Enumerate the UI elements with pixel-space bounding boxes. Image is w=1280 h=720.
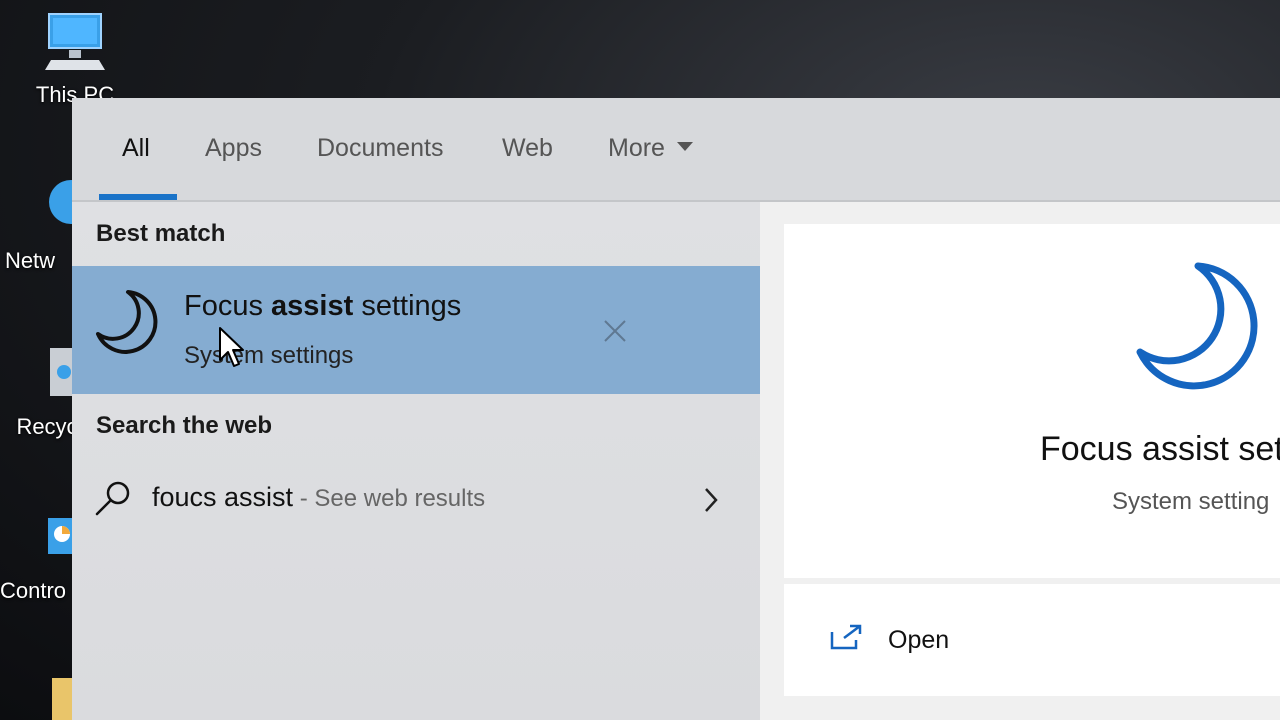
web-search-result[interactable]: foucs assist - See web results (72, 470, 760, 532)
computer-icon (45, 13, 105, 70)
tab-apps[interactable]: Apps (205, 134, 262, 163)
results-list: Best match Focus assist settings System … (72, 202, 760, 720)
tab-documents[interactable]: Documents (317, 134, 443, 163)
search-panel: All Apps Documents Web More Best match F… (72, 98, 1280, 720)
best-match-title-suffix: settings (353, 290, 462, 322)
tab-more[interactable]: More (608, 134, 693, 163)
preview-title: Focus assist set (1040, 430, 1280, 468)
close-icon[interactable] (602, 318, 628, 344)
open-label: Open (888, 626, 950, 654)
best-match-title-prefix: Focus (184, 290, 272, 322)
web-search-query: foucs assist - See web results (152, 482, 485, 513)
web-query-text: foucs assist (152, 482, 294, 512)
search-icon (95, 481, 130, 516)
open-window-icon (830, 624, 862, 650)
folder-icon (52, 678, 72, 720)
control-panel-icon (48, 518, 74, 554)
active-tab-indicator (99, 194, 177, 200)
preview-card: Focus assist set System setting (784, 224, 1280, 578)
best-match-title: Focus assist settings (184, 290, 461, 323)
tab-more-label: More (608, 134, 665, 162)
best-match-heading: Best match (96, 220, 226, 247)
best-match-result[interactable]: Focus assist settings System settings (72, 266, 760, 394)
network-icon (49, 180, 75, 224)
best-match-title-bold: assist (271, 290, 354, 322)
open-button[interactable]: Open (784, 584, 1280, 696)
caret-down-icon (676, 141, 693, 151)
chevron-right-icon[interactable] (702, 486, 720, 514)
web-results-suffix: - See web results (293, 485, 486, 512)
recycle-bin-icon (50, 348, 74, 396)
preview-pane: Focus assist set System setting Open (760, 202, 1280, 720)
moon-icon (96, 290, 158, 354)
moon-icon (1136, 262, 1258, 390)
preview-actions: Open (784, 584, 1280, 696)
search-web-heading: Search the web (96, 412, 273, 439)
preview-subtitle: System setting (1112, 488, 1270, 515)
best-match-subtitle: System settings (184, 342, 354, 369)
search-tabs: All Apps Documents Web More (72, 98, 1280, 202)
tab-all[interactable]: All (122, 134, 150, 163)
tab-web[interactable]: Web (502, 134, 553, 163)
